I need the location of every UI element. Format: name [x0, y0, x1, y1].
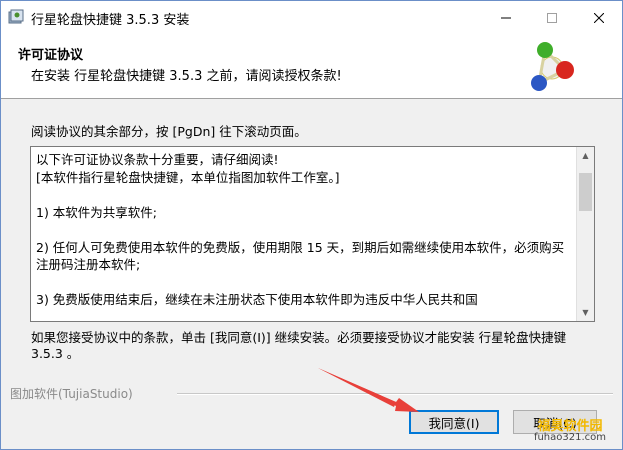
page-title: 许可证协议 — [18, 48, 84, 63]
license-textbox[interactable]: 以下许可证协议条款十分重要，请仔细阅读! [本软件指行星轮盘快捷键，本单位指图加… — [30, 146, 595, 322]
minimize-icon — [501, 17, 511, 18]
scroll-down-icon[interactable]: ▼ — [577, 304, 594, 321]
planet-wheel-logo — [531, 42, 574, 91]
branding-label: 图加软件(TujiaStudio) — [10, 387, 133, 401]
license-instruction: 阅读协议的其余部分，按 [PgDn] 往下滚动页面。 — [31, 124, 307, 139]
title-bar[interactable]: 行星轮盘快捷键 3.5.3 安装 — [1, 1, 622, 34]
license-text: 以下许可证协议条款十分重要，请仔细阅读! [本软件指行星轮盘快捷键，本单位指图加… — [36, 152, 565, 307]
close-button[interactable] — [576, 1, 622, 34]
installer-app-icon — [8, 9, 24, 24]
window-title: 行星轮盘快捷键 3.5.3 安装 — [31, 13, 190, 28]
close-icon — [594, 12, 604, 23]
minimize-button[interactable] — [483, 1, 529, 34]
watermark-url: fuhao321.com — [533, 432, 607, 443]
maximize-button[interactable] — [529, 1, 575, 34]
license-scrollbar[interactable]: ▲ ▼ — [576, 147, 594, 321]
scroll-up-icon[interactable]: ▲ — [577, 147, 594, 164]
branding-divider — [177, 393, 613, 395]
page-subtitle: 在安装 行星轮盘快捷键 3.5.3 之前，请阅读授权条款! — [31, 69, 342, 84]
agree-button[interactable]: 我同意(I) — [409, 410, 499, 434]
watermark: 福昊软件园 fuhao321.com — [528, 415, 612, 443]
page-header: 许可证协议 在安装 行星轮盘快捷键 3.5.3 之前，请阅读授权条款! — [1, 34, 622, 99]
maximize-icon — [547, 12, 557, 23]
scroll-thumb[interactable] — [579, 173, 592, 211]
accept-instruction: 如果您接受协议中的条款，单击 [我同意(I)] 继续安装。必须要接受协议才能安装… — [31, 330, 567, 361]
installer-window: 行星轮盘快捷键 3.5.3 安装 许可证协议 在安装 行星轮盘快捷键 3.5.3… — [0, 0, 623, 450]
